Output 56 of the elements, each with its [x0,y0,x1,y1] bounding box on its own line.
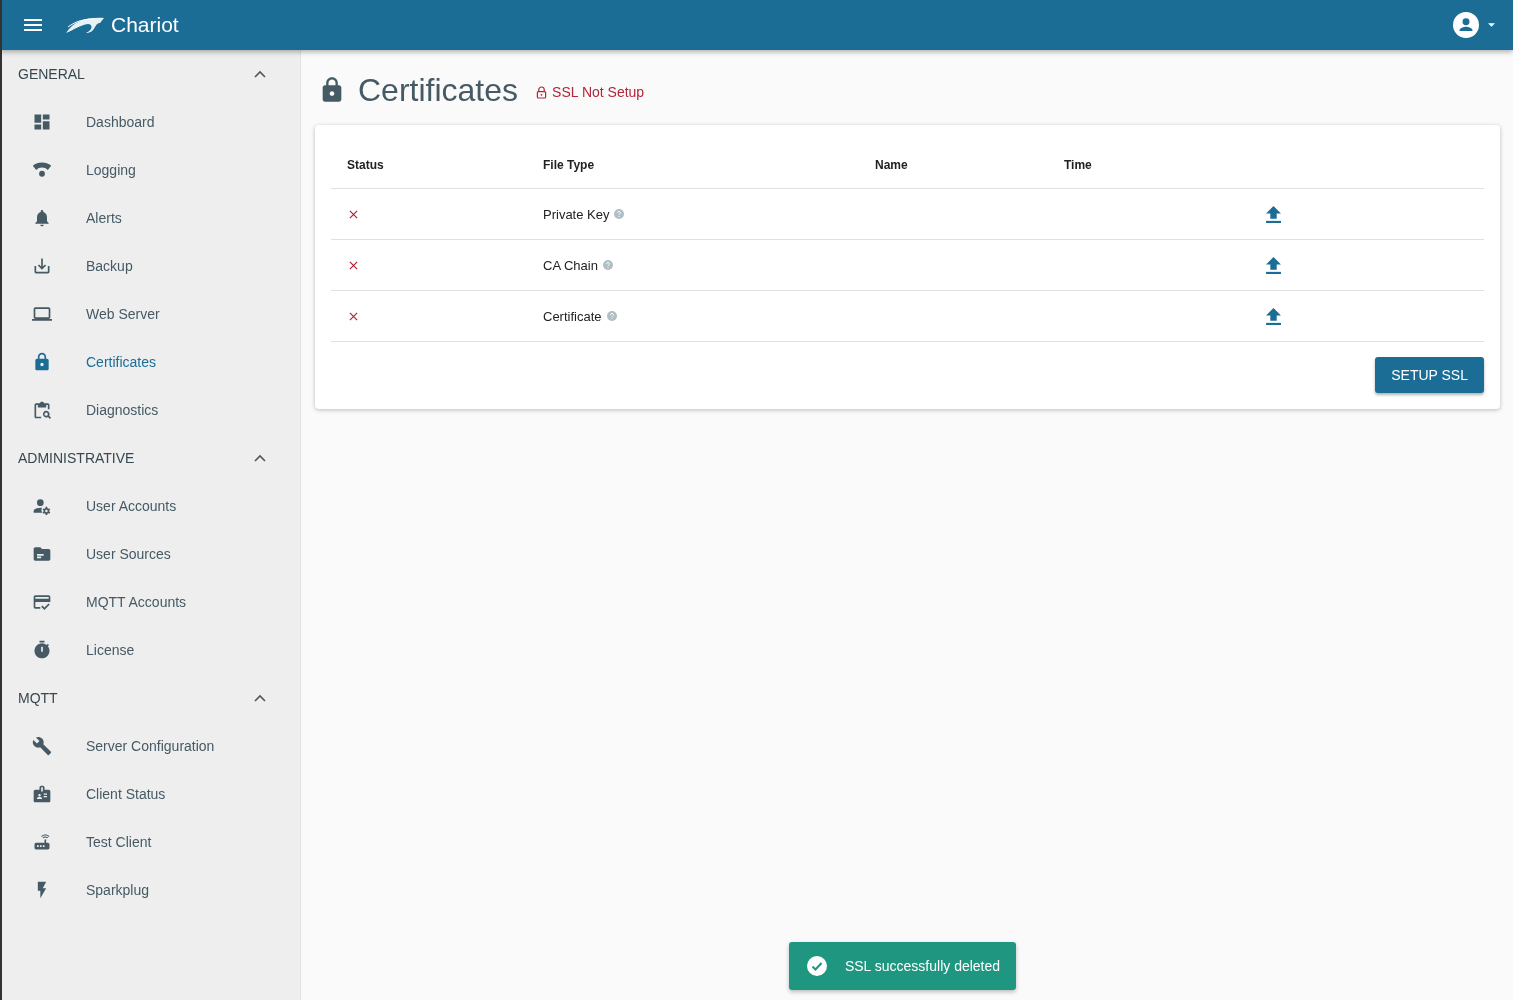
column-header: Status [347,157,385,172]
router-icon [32,832,52,852]
account-icon[interactable] [1453,12,1479,38]
table-cell: Certificate [543,308,602,324]
sidebar-item[interactable]: User Sources [2,530,300,578]
section-header: GENERAL [18,66,86,82]
section-header: ADMINISTRATIVE [18,450,136,466]
upload-icon[interactable] [1266,307,1281,325]
chevron-icon[interactable] [254,694,266,702]
sidebar-item[interactable]: Backup [2,242,300,290]
badge-icon [32,784,52,804]
sidebar-item[interactable]: License [2,626,300,674]
lock-icon [536,85,548,99]
upload-icon[interactable] [1266,205,1281,223]
ssl-status: SSL Not Setup [552,84,645,100]
sidebar-item[interactable]: User Accounts [2,482,300,530]
table-cell: CA Chain [543,257,598,273]
stopwatch-icon [32,640,52,660]
upload-icon[interactable] [1266,256,1281,274]
laptop-icon [32,304,52,324]
toast-message: SSL successfully deleted [844,958,1001,974]
table-cell: Private Key [543,206,610,222]
card-check-icon [32,592,52,612]
sidebar-item[interactable]: MQTT Accounts [2,578,300,626]
download-icon [32,256,52,276]
bell-icon [32,208,52,228]
section-header: MQTT [18,690,59,706]
clipboard-search-icon [32,400,52,420]
menu-icon[interactable] [24,19,42,31]
sidebar-item[interactable]: Sparkplug [2,866,300,914]
grid-icon [32,112,52,132]
column-header: Name [875,157,909,172]
chevron-icon[interactable] [254,454,266,462]
app-name: Chariot [111,13,179,37]
sidebar-item[interactable]: Alerts [2,194,300,242]
chevron-icon[interactable] [254,70,266,78]
sidebar-item[interactable]: Diagnostics [2,386,300,434]
caret-icon[interactable] [1488,23,1495,27]
sidebar-item[interactable]: Server Configuration [2,722,300,770]
wrench-icon [32,736,52,756]
sidebar-item[interactable]: Certificates [2,338,300,386]
column-header: Time [1064,157,1093,172]
sidebar-item[interactable]: Dashboard [2,98,300,146]
folder-icon [32,544,52,564]
swoosh-logo-icon [64,15,106,35]
sidebar-item[interactable]: Test Client [2,818,300,866]
lock-icon [32,352,52,372]
check-circle-icon [806,956,827,976]
sidebar-item[interactable]: Client Status [2,770,300,818]
sidebar-item[interactable]: Logging [2,146,300,194]
page-title: Certificates [358,71,519,109]
user-gear-icon [32,496,52,516]
sidebar-item[interactable]: Web Server [2,290,300,338]
signal-icon [32,160,52,180]
column-header: File Type [543,157,596,172]
setup-ssl-button[interactable]: SETUP SSL [1375,357,1484,393]
